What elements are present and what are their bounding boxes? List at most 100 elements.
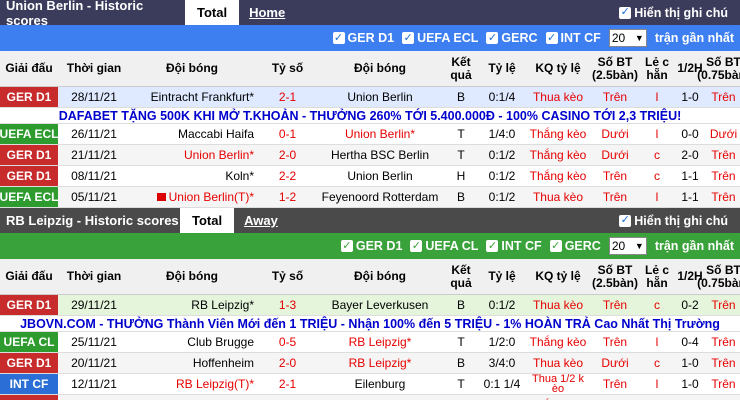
check-icon[interactable]: ✓ — [486, 240, 499, 252]
odd-even: l — [641, 395, 673, 400]
filter-uefa-cl[interactable]: ✓ UEFA CL — [410, 239, 478, 253]
filter-gerc[interactable]: ✓ GERC — [549, 239, 601, 253]
goals-25: Dưới — [601, 148, 629, 162]
check-icon[interactable]: ✓ — [402, 32, 415, 44]
league-badge: UEFA ECL — [0, 124, 58, 144]
table-row: INT CF 12/11/21 RB Leipzig(T)* 2-1 Eilenburg… — [0, 374, 740, 395]
match-score[interactable]: 2-0 — [260, 353, 315, 373]
home-team[interactable]: RB Leipzig* — [130, 295, 260, 315]
home-team[interactable]: Eintracht Frankfurt* — [130, 87, 260, 107]
handicap-result: Thắng kèo — [529, 335, 587, 349]
home-team[interactable]: Hoffenheim — [130, 353, 260, 373]
leipzig-tabbar: RB Leipzig - Historic scores Total Away … — [0, 208, 740, 233]
match-result: T — [445, 395, 477, 400]
away-team[interactable]: Eilenburg — [315, 374, 445, 394]
header-score: Tỷ số — [271, 269, 304, 283]
header-goals-075: Số BT (0.75bàn) — [697, 262, 740, 290]
tab-away[interactable]: Away — [234, 208, 619, 233]
match-result: B — [456, 356, 465, 370]
filter-gerc[interactable]: ✓ GERC — [486, 31, 538, 45]
away-team[interactable]: Feyenoord Rotterdam — [315, 187, 445, 207]
away-team[interactable]: RB Leipzig* — [315, 332, 445, 352]
table-row: GER D1 29/11/21 RB Leipzig* 1-3 Bayer Leverk… — [0, 295, 740, 316]
check-icon[interactable]: ✓ — [332, 32, 345, 44]
away-team[interactable]: Hertha BSC Berlin — [315, 145, 445, 165]
away-team[interactable]: Union Berlin — [315, 166, 445, 186]
table-row: GER D107/11/21RB Leipzig*2-1Borussia Dor… — [0, 395, 740, 400]
match-result: B — [456, 190, 465, 204]
league-badge: INT CF — [0, 374, 58, 394]
filter-ger-d1[interactable]: ✓ GER D1 — [332, 31, 394, 45]
check-icon[interactable]: ✓ — [486, 32, 499, 44]
match-score[interactable]: 2-1 — [260, 395, 315, 400]
header-league: Giải đấu — [5, 269, 53, 283]
match-score[interactable]: 1-3 — [260, 295, 315, 315]
home-team[interactable]: Club Brugge — [130, 332, 260, 352]
show-notes-toggle[interactable]: ✓ Hiển thị ghi chú — [619, 208, 740, 233]
half-score: 1-1 — [681, 169, 699, 183]
match-score[interactable]: 2-1 — [260, 87, 315, 107]
filter-ger-d1[interactable]: ✓ GER D1 — [340, 239, 402, 253]
handicap: 0:1/4 — [488, 90, 516, 104]
handicap: 0:1/2 — [488, 190, 516, 204]
union-rows: GER D1 28/11/21 Eintracht Frankfurt* 2-1 Uni… — [0, 87, 740, 208]
check-icon[interactable]: ✓ — [340, 240, 353, 252]
header-home: Đội bóng — [166, 61, 218, 75]
league-badge: GER D1 — [0, 166, 58, 186]
tab-total[interactable]: Total — [180, 208, 235, 233]
odd-even: c — [654, 298, 660, 312]
home-team[interactable]: Union Berlin(T)* — [130, 187, 260, 207]
header-score: Tỷ số — [271, 61, 304, 75]
tab-home[interactable]: Home — [239, 0, 619, 25]
filter-int-cf[interactable]: ✓ INT CF — [545, 31, 601, 45]
away-team[interactable]: Union Berlin* — [315, 124, 445, 144]
union-berlin-section: Union Berlin - Historic scores Total Hom… — [0, 0, 740, 208]
match-score[interactable]: 2-0 — [260, 145, 315, 165]
leipzig-filterbar: ✓ GER D1 ✓ UEFA CL ✓ INT CF ✓ GERC 20 ▼ trận … — [0, 233, 740, 259]
check-icon[interactable]: ✓ — [619, 6, 632, 19]
home-team[interactable]: Union Berlin* — [130, 145, 260, 165]
filter-int-cf[interactable]: ✓ INT CF — [486, 239, 542, 253]
check-icon[interactable]: ✓ — [545, 32, 558, 44]
home-team[interactable]: RB Leipzig* — [130, 395, 260, 400]
handicap-result: Thua kèo — [532, 90, 584, 104]
match-score[interactable]: 1-2 — [260, 187, 315, 207]
home-team[interactable]: Maccabi Haifa — [130, 124, 260, 144]
show-notes-toggle[interactable]: ✓ Hiển thị ghi chú — [619, 0, 740, 25]
table-row: GER D1 20/11/21 Hoffenheim 2-0 RB Leipzig* B 3… — [0, 353, 740, 374]
away-team[interactable]: Borussia Dortmund — [315, 395, 445, 400]
check-icon[interactable]: ✓ — [549, 240, 562, 252]
match-date: 05/11/21 — [71, 190, 117, 204]
goals-075: Trên — [711, 356, 736, 370]
goals-075: Trên — [711, 148, 736, 162]
match-count-select[interactable]: 20 ▼ — [608, 237, 647, 255]
away-team[interactable]: RB Leipzig* — [315, 353, 445, 373]
goals-25: Trên — [602, 90, 628, 104]
header-goals-25: Số BT (2.5bàn) — [591, 54, 638, 82]
check-icon[interactable]: ✓ — [410, 240, 423, 252]
home-team[interactable]: RB Leipzig(T)* — [130, 374, 260, 394]
half-score: 1-0 — [681, 356, 699, 370]
goals-075: Dưới — [709, 127, 738, 141]
match-score[interactable]: 0-1 — [260, 124, 315, 144]
match-score[interactable]: 2-2 — [260, 166, 315, 186]
check-icon[interactable]: ✓ — [619, 214, 632, 227]
tab-total[interactable]: Total — [185, 0, 240, 25]
odd-even: l — [655, 90, 659, 104]
match-date: 07/11/21 — [58, 395, 130, 400]
away-team[interactable]: Bayer Leverkusen — [315, 295, 445, 315]
odd-even: l — [655, 335, 659, 349]
match-score[interactable]: 0-5 — [260, 332, 315, 352]
match-score[interactable]: 2-1 — [260, 374, 315, 394]
match-result: T — [457, 377, 465, 391]
promo-banner[interactable]: DAFABET TẶNG 500K KHI MỞ T.KHOẢN - THƯỞN… — [0, 108, 740, 124]
filter-uefa-ecl[interactable]: ✓ UEFA ECL — [402, 31, 478, 45]
half-score: 0-0 — [681, 127, 699, 141]
flag-icon — [156, 193, 166, 201]
filter-label: INT CF — [560, 31, 601, 45]
match-count-select[interactable]: 20 ▼ — [608, 29, 647, 47]
promo-banner[interactable]: JBOVN.COM - THƯỞNG Thành Viên Mới đến 1 … — [0, 316, 740, 332]
handicap: 0:1/2 — [488, 148, 516, 162]
away-team[interactable]: Union Berlin — [315, 87, 445, 107]
home-team[interactable]: Koln* — [130, 166, 260, 186]
